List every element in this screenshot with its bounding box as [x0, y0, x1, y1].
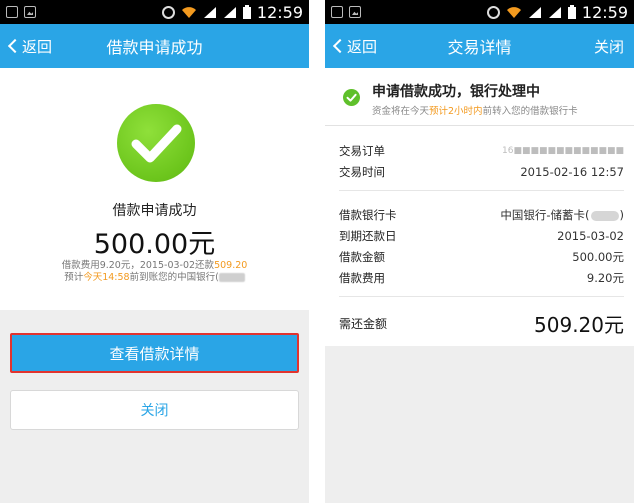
eta-prefix: 预计 [64, 272, 84, 283]
view-loan-details-button[interactable]: 查看借款详情 [10, 333, 299, 373]
title-bar: 返回 交易详情 关闭 [325, 24, 634, 68]
total-value: 509.20元 [534, 312, 624, 337]
detail-row-order: 交易订单 16■■■■■■■■■■■■■ [339, 142, 624, 160]
detail-row-fee: 借款费用 9.20元 [339, 269, 624, 287]
status-time: 12:59 [256, 2, 303, 22]
close-button[interactable]: 关闭 [10, 390, 299, 430]
wifi-icon [506, 6, 522, 19]
phone-loan-success: 12:59 返回 借款申请成功 借款申请成功 500.00元 借款费用9.20元… [0, 0, 309, 503]
transaction-details: 交易订单 16■■■■■■■■■■■■■ 交易时间 2015-02-16 12:… [325, 126, 634, 346]
fee-prefix: 借款费用9.20元，2015-03-02还款 [61, 260, 215, 271]
battery-icon [242, 5, 251, 19]
detail-row-total: 需还金额 509.20元 [339, 309, 624, 337]
back-label: 返回 [347, 37, 378, 56]
back-label: 返回 [22, 37, 53, 56]
detail-row-amount: 借款金额 500.00元 [339, 248, 624, 266]
eta-suffix: 前到账您的中国银行( [129, 272, 219, 283]
chevron-left-icon [332, 38, 348, 54]
status-notice: 申请借款成功，银行处理中 资金将在今天预计2小时内前转入您的借款银行卡 [325, 68, 634, 126]
detail-row-bank: 借款银行卡 中国银行-储蓄卡() [339, 206, 624, 224]
notice-sub-highlight: 预计2小时内 [429, 106, 483, 117]
divider [339, 296, 624, 297]
notification-icon [331, 6, 343, 18]
status-bar: 12:59 [0, 0, 309, 24]
title-bar: 返回 借款申请成功 [0, 24, 309, 68]
order-value: 16■■■■■■■■■■■■■ [502, 146, 624, 156]
notice-subtitle: 资金将在今天预计2小时内前转入您的借款银行卡 [372, 103, 578, 117]
signal-icon-2 [548, 6, 562, 19]
close-link[interactable]: 关闭 [594, 24, 624, 68]
redacted-card-number [218, 273, 245, 282]
phone-transaction-details: 12:59 返回 交易详情 关闭 申请借款成功，银行处理中 资金将在今天预计2小… [325, 0, 634, 503]
success-panel: 借款申请成功 500.00元 借款费用9.20元，2015-03-02还款509… [0, 68, 309, 310]
notice-sub-prefix: 资金将在今天 [372, 106, 430, 117]
total-label: 需还金额 [339, 316, 388, 331]
image-notification-icon [24, 6, 36, 18]
bank-value: 中国银行-储蓄卡( [500, 208, 590, 222]
success-check-icon [343, 89, 360, 106]
status-left-icons [331, 6, 361, 18]
back-button[interactable]: 返回 [331, 24, 377, 68]
page-title: 借款申请成功 [106, 38, 203, 57]
fee-info: 借款费用9.20元，2015-03-02还款509.20 预计今天14:58前到… [0, 260, 309, 284]
detail-row-time: 交易时间 2015-02-16 12:57 [339, 163, 624, 181]
redacted-card-number [590, 210, 619, 221]
notification-icon [6, 6, 18, 18]
time-label: 交易时间 [339, 165, 385, 179]
image-notification-icon [349, 6, 361, 18]
fee-value: 9.20元 [586, 271, 624, 285]
amount-value: 500.00元 [572, 250, 624, 264]
wifi-icon [181, 6, 197, 19]
eta-time: 今天14:58 [83, 272, 130, 283]
status-right-icons: 12:59 [486, 0, 628, 24]
signal-icon [528, 6, 542, 19]
success-title: 借款申请成功 [112, 203, 197, 219]
fee-total: 509.20 [214, 260, 248, 271]
chevron-left-icon [7, 38, 23, 54]
alarm-icon [486, 5, 500, 19]
signal-icon-2 [223, 6, 237, 19]
status-left-icons [6, 6, 36, 18]
due-value: 2015-03-02 [557, 229, 624, 243]
amount-label: 借款金额 [339, 250, 385, 264]
bank-value-wrap: 中国银行-储蓄卡() [500, 208, 624, 222]
page-title: 交易详情 [447, 38, 512, 57]
status-time: 12:59 [581, 2, 628, 22]
battery-icon [567, 5, 576, 19]
loan-amount: 500.00元 [93, 229, 216, 260]
status-bar: 12:59 [325, 0, 634, 24]
time-value: 2015-02-16 12:57 [520, 165, 624, 179]
alarm-icon [161, 5, 175, 19]
notice-title: 申请借款成功，银行处理中 [372, 84, 540, 100]
signal-icon [203, 6, 217, 19]
screenshot-stage: 12:59 返回 借款申请成功 借款申请成功 500.00元 借款费用9.20元… [0, 0, 634, 503]
status-right-icons: 12:59 [161, 0, 303, 24]
due-label: 到期还款日 [339, 229, 397, 243]
notice-sub-suffix: 前转入您的借款银行卡 [482, 106, 578, 117]
detail-row-due: 到期还款日 2015-03-02 [339, 227, 624, 245]
bank-label: 借款银行卡 [339, 208, 397, 222]
fee-label: 借款费用 [339, 271, 385, 285]
divider [339, 190, 624, 191]
success-check-icon [117, 104, 195, 182]
order-label: 交易订单 [339, 144, 385, 158]
back-button[interactable]: 返回 [6, 24, 52, 68]
